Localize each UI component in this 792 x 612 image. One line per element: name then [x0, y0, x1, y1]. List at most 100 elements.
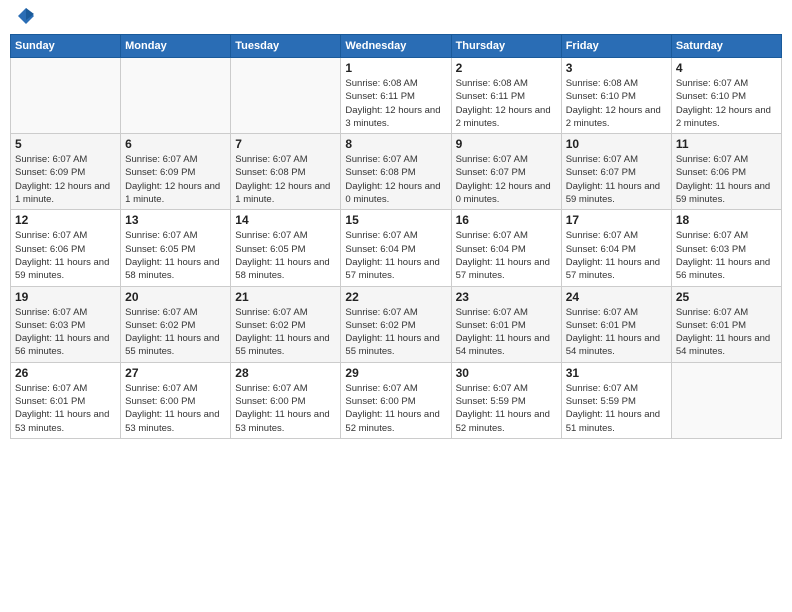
calendar-cell: 25 Sunrise: 6:07 AM Sunset: 6:01 PM Dayli…: [671, 286, 781, 362]
calendar-table: SundayMondayTuesdayWednesdayThursdayFrid…: [10, 34, 782, 439]
calendar-cell: [121, 58, 231, 134]
calendar-cell: 15Sunrise: 6:07 AM Sunset: 6:04 PM Dayli…: [341, 210, 451, 286]
day-detail: Sunrise: 6:07 AM Sunset: 6:01 PM Dayligh…: [676, 306, 777, 359]
day-number: 24: [566, 290, 667, 304]
day-number: 6: [125, 137, 226, 151]
weekday-header-friday: Friday: [561, 35, 671, 58]
day-detail: Sunrise: 6:07 AM Sunset: 6:01 PM Dayligh…: [15, 382, 116, 435]
page-header: [10, 10, 782, 26]
calendar-cell: [671, 362, 781, 438]
day-number: 11: [676, 137, 777, 151]
calendar-cell: 23 Sunrise: 6:07 AM Sunset: 6:01 PM Dayli…: [451, 286, 561, 362]
day-detail: Sunrise: 6:07 AM Sunset: 6:04 PM Dayligh…: [456, 229, 557, 282]
day-detail: Sunrise: 6:08 AM Sunset: 6:11 PM Dayligh…: [345, 77, 446, 130]
day-number: 20: [125, 290, 226, 304]
calendar-cell: 14 Sunrise: 6:07 AM Sunset: 6:05 PM Dayli…: [231, 210, 341, 286]
day-number: 14: [235, 213, 336, 227]
day-number: 7: [235, 137, 336, 151]
day-number: 9: [456, 137, 557, 151]
calendar-cell: 31 Sunrise: 6:07 AM Sunset: 5:59 PM Dayli…: [561, 362, 671, 438]
logo-icon: [16, 6, 36, 26]
calendar-cell: 2 Sunrise: 6:08 AM Sunset: 6:11 PM Daylig…: [451, 58, 561, 134]
day-number: 17: [566, 213, 667, 227]
day-number: 30: [456, 366, 557, 380]
day-detail: Sunrise: 6:07 AM Sunset: 5:59 PM Dayligh…: [566, 382, 667, 435]
day-number: 31: [566, 366, 667, 380]
calendar-cell: [231, 58, 341, 134]
day-number: 2: [456, 61, 557, 75]
day-detail: Sunrise: 6:07 AM Sunset: 6:02 PM Dayligh…: [125, 306, 226, 359]
calendar-cell: 3 Sunrise: 6:08 AM Sunset: 6:10 PM Daylig…: [561, 58, 671, 134]
day-detail: Sunrise: 6:07 AM Sunset: 6:05 PM Dayligh…: [125, 229, 226, 282]
calendar-cell: 29 Sunrise: 6:07 AM Sunset: 6:00 PM Dayli…: [341, 362, 451, 438]
day-number: 18: [676, 213, 777, 227]
day-detail: Sunrise: 6:07 AM Sunset: 6:03 PM Dayligh…: [676, 229, 777, 282]
day-number: 8: [345, 137, 446, 151]
calendar-cell: 7 Sunrise: 6:07 AM Sunset: 6:08 PM Daylig…: [231, 134, 341, 210]
day-detail: Sunrise: 6:07 AM Sunset: 6:06 PM Dayligh…: [15, 229, 116, 282]
day-detail: Sunrise: 6:07 AM Sunset: 6:08 PM Dayligh…: [235, 153, 336, 206]
day-detail: Sunrise: 6:07 AM Sunset: 6:10 PM Dayligh…: [676, 77, 777, 130]
day-number: 28: [235, 366, 336, 380]
day-detail: Sunrise: 6:07 AM Sunset: 6:06 PM Dayligh…: [676, 153, 777, 206]
calendar-cell: 9 Sunrise: 6:07 AM Sunset: 6:07 PM Daylig…: [451, 134, 561, 210]
weekday-header-thursday: Thursday: [451, 35, 561, 58]
day-detail: Sunrise: 6:07 AM Sunset: 6:03 PM Dayligh…: [15, 306, 116, 359]
day-number: 22: [345, 290, 446, 304]
day-number: 12: [15, 213, 116, 227]
day-number: 3: [566, 61, 667, 75]
calendar-week-5: 26 Sunrise: 6:07 AM Sunset: 6:01 PM Dayli…: [11, 362, 782, 438]
weekday-header-monday: Monday: [121, 35, 231, 58]
calendar-cell: 27 Sunrise: 6:07 AM Sunset: 6:00 PM Dayli…: [121, 362, 231, 438]
day-detail: Sunrise: 6:07 AM Sunset: 6:02 PM Dayligh…: [235, 306, 336, 359]
day-number: 4: [676, 61, 777, 75]
day-detail: Sunrise: 6:07 AM Sunset: 6:07 PM Dayligh…: [456, 153, 557, 206]
logo: [14, 10, 36, 26]
calendar-cell: 18 Sunrise: 6:07 AM Sunset: 6:03 PM Dayli…: [671, 210, 781, 286]
calendar-cell: 26 Sunrise: 6:07 AM Sunset: 6:01 PM Dayli…: [11, 362, 121, 438]
day-detail: Sunrise: 6:07 AM Sunset: 5:59 PM Dayligh…: [456, 382, 557, 435]
calendar-cell: 4 Sunrise: 6:07 AM Sunset: 6:10 PM Daylig…: [671, 58, 781, 134]
day-detail: Sunrise: 6:07 AM Sunset: 6:01 PM Dayligh…: [566, 306, 667, 359]
calendar-cell: 11 Sunrise: 6:07 AM Sunset: 6:06 PM Dayli…: [671, 134, 781, 210]
day-number: 27: [125, 366, 226, 380]
calendar-cell: 17 Sunrise: 6:07 AM Sunset: 6:04 PM Dayli…: [561, 210, 671, 286]
day-detail: Sunrise: 6:07 AM Sunset: 6:04 PM Dayligh…: [566, 229, 667, 282]
day-number: 1: [345, 61, 446, 75]
calendar-cell: 16 Sunrise: 6:07 AM Sunset: 6:04 PM Dayli…: [451, 210, 561, 286]
weekday-header-wednesday: Wednesday: [341, 35, 451, 58]
calendar-cell: 10Sunrise: 6:07 AM Sunset: 6:07 PM Dayli…: [561, 134, 671, 210]
calendar-week-2: 5Sunrise: 6:07 AM Sunset: 6:09 PM Daylig…: [11, 134, 782, 210]
day-detail: Sunrise: 6:08 AM Sunset: 6:11 PM Dayligh…: [456, 77, 557, 130]
day-detail: Sunrise: 6:07 AM Sunset: 6:00 PM Dayligh…: [345, 382, 446, 435]
day-detail: Sunrise: 6:07 AM Sunset: 6:00 PM Dayligh…: [235, 382, 336, 435]
day-detail: Sunrise: 6:08 AM Sunset: 6:10 PM Dayligh…: [566, 77, 667, 130]
calendar-cell: 30 Sunrise: 6:07 AM Sunset: 5:59 PM Dayli…: [451, 362, 561, 438]
day-number: 13: [125, 213, 226, 227]
calendar-week-1: 1 Sunrise: 6:08 AM Sunset: 6:11 PM Daylig…: [11, 58, 782, 134]
day-number: 19: [15, 290, 116, 304]
weekday-header-sunday: Sunday: [11, 35, 121, 58]
calendar-cell: 8Sunrise: 6:07 AM Sunset: 6:08 PM Daylig…: [341, 134, 451, 210]
calendar-cell: 22Sunrise: 6:07 AM Sunset: 6:02 PM Dayli…: [341, 286, 451, 362]
day-detail: Sunrise: 6:07 AM Sunset: 6:00 PM Dayligh…: [125, 382, 226, 435]
day-detail: Sunrise: 6:07 AM Sunset: 6:09 PM Dayligh…: [15, 153, 116, 206]
calendar-cell: 5Sunrise: 6:07 AM Sunset: 6:09 PM Daylig…: [11, 134, 121, 210]
calendar-cell: 1 Sunrise: 6:08 AM Sunset: 6:11 PM Daylig…: [341, 58, 451, 134]
calendar-cell: [11, 58, 121, 134]
day-detail: Sunrise: 6:07 AM Sunset: 6:09 PM Dayligh…: [125, 153, 226, 206]
day-number: 29: [345, 366, 446, 380]
day-number: 16: [456, 213, 557, 227]
day-number: 15: [345, 213, 446, 227]
calendar-cell: 28 Sunrise: 6:07 AM Sunset: 6:00 PM Dayli…: [231, 362, 341, 438]
calendar-cell: 24 Sunrise: 6:07 AM Sunset: 6:01 PM Dayli…: [561, 286, 671, 362]
day-detail: Sunrise: 6:07 AM Sunset: 6:01 PM Dayligh…: [456, 306, 557, 359]
day-number: 25: [676, 290, 777, 304]
calendar-cell: 13 Sunrise: 6:07 AM Sunset: 6:05 PM Dayli…: [121, 210, 231, 286]
day-number: 26: [15, 366, 116, 380]
calendar-cell: 12 Sunrise: 6:07 AM Sunset: 6:06 PM Dayli…: [11, 210, 121, 286]
day-detail: Sunrise: 6:07 AM Sunset: 6:05 PM Dayligh…: [235, 229, 336, 282]
day-number: 23: [456, 290, 557, 304]
weekday-header-saturday: Saturday: [671, 35, 781, 58]
day-detail: Sunrise: 6:07 AM Sunset: 6:07 PM Dayligh…: [566, 153, 667, 206]
